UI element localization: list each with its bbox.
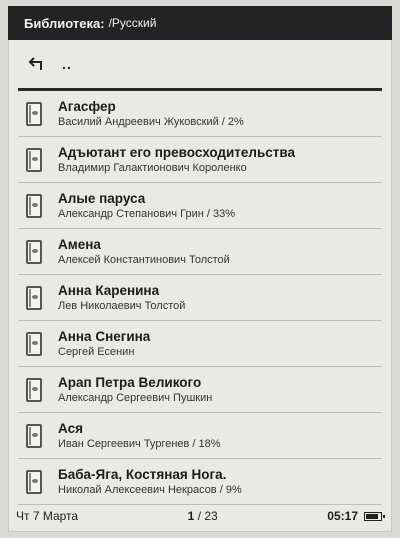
ereader-device: Библиотека: /Русский .. Агасфер Василий …: [0, 0, 400, 538]
list-item[interactable]: Алые паруса Александр Степанович Грин / …: [18, 183, 382, 229]
battery-level: [366, 513, 378, 519]
library-path: /Русский: [108, 16, 157, 30]
list-item[interactable]: Адъютант его превосходительства Владимир…: [18, 137, 382, 183]
status-bar: Чт 7 Марта 1 / 23 05:17: [8, 500, 392, 532]
page-indicator[interactable]: 1 / 23: [188, 509, 218, 523]
book-author: Алексей Константинович Толстой: [58, 253, 230, 266]
book-author: Александр Степанович Грин / 33%: [58, 207, 235, 220]
book-icon: [26, 101, 42, 126]
book-icon: [26, 423, 42, 448]
parent-directory-link[interactable]: ..: [62, 56, 72, 72]
book-title: Амена: [58, 236, 101, 252]
clock: 05:17: [327, 509, 358, 523]
list-item[interactable]: Ася Иван Сергеевич Тургенев / 18%: [18, 413, 382, 459]
list-item[interactable]: Арап Петра Великого Александр Сергеевич …: [18, 367, 382, 413]
book-title: Анна Каренина: [58, 282, 160, 298]
book-author: Александр Сергеевич Пушкин: [58, 391, 213, 404]
book-author: Лев Николаевич Толстой: [58, 299, 186, 312]
book-icon: [26, 193, 42, 218]
list-item[interactable]: Баба-Яга, Костяная Нога. Николай Алексее…: [18, 459, 382, 505]
book-icon: [26, 285, 42, 310]
list-item[interactable]: Анна Каренина Лев Николаевич Толстой: [18, 275, 382, 321]
title-bar: Библиотека: /Русский: [8, 6, 392, 40]
book-icon: [26, 377, 42, 402]
current-page: 1: [187, 509, 195, 523]
book-title: Баба-Яга, Костяная Нога.: [58, 466, 227, 482]
back-arrow-icon: [28, 57, 42, 70]
book-title: Анна Снегина: [58, 328, 151, 344]
book-title: Арап Петра Великого: [58, 374, 202, 390]
book-title: Агасфер: [58, 98, 116, 114]
navigation-bar: ..: [8, 40, 392, 88]
book-title: Ася: [58, 420, 83, 436]
book-icon: [26, 239, 42, 264]
book-icon: [26, 331, 42, 356]
back-button[interactable]: [24, 52, 48, 76]
book-author: Сергей Есенин: [58, 345, 135, 358]
library-label: Библиотека:: [24, 15, 105, 31]
book-author: Василий Андреевич Жуковский / 2%: [58, 115, 244, 128]
battery-icon: [364, 511, 385, 521]
list-item[interactable]: Амена Алексей Константинович Толстой: [18, 229, 382, 275]
book-icon: [26, 469, 42, 494]
book-title: Адъютант его превосходительства: [58, 144, 296, 160]
total-pages: / 23: [197, 509, 218, 523]
book-author: Николай Алексеевич Некрасов / 9%: [58, 483, 242, 496]
list-item[interactable]: Анна Снегина Сергей Есенин: [18, 321, 382, 367]
list-item[interactable]: Агасфер Василий Андреевич Жуковский / 2%: [18, 91, 382, 137]
book-title: Алые паруса: [58, 190, 146, 206]
book-list: Агасфер Василий Андреевич Жуковский / 2%…: [18, 91, 382, 505]
date-label: Чт 7 Марта: [16, 509, 79, 523]
screen: Библиотека: /Русский .. Агасфер Василий …: [8, 6, 392, 532]
book-author: Иван Сергеевич Тургенев / 18%: [58, 437, 221, 450]
book-author: Владимир Галактионович Короленко: [58, 161, 247, 174]
book-icon: [26, 147, 42, 172]
